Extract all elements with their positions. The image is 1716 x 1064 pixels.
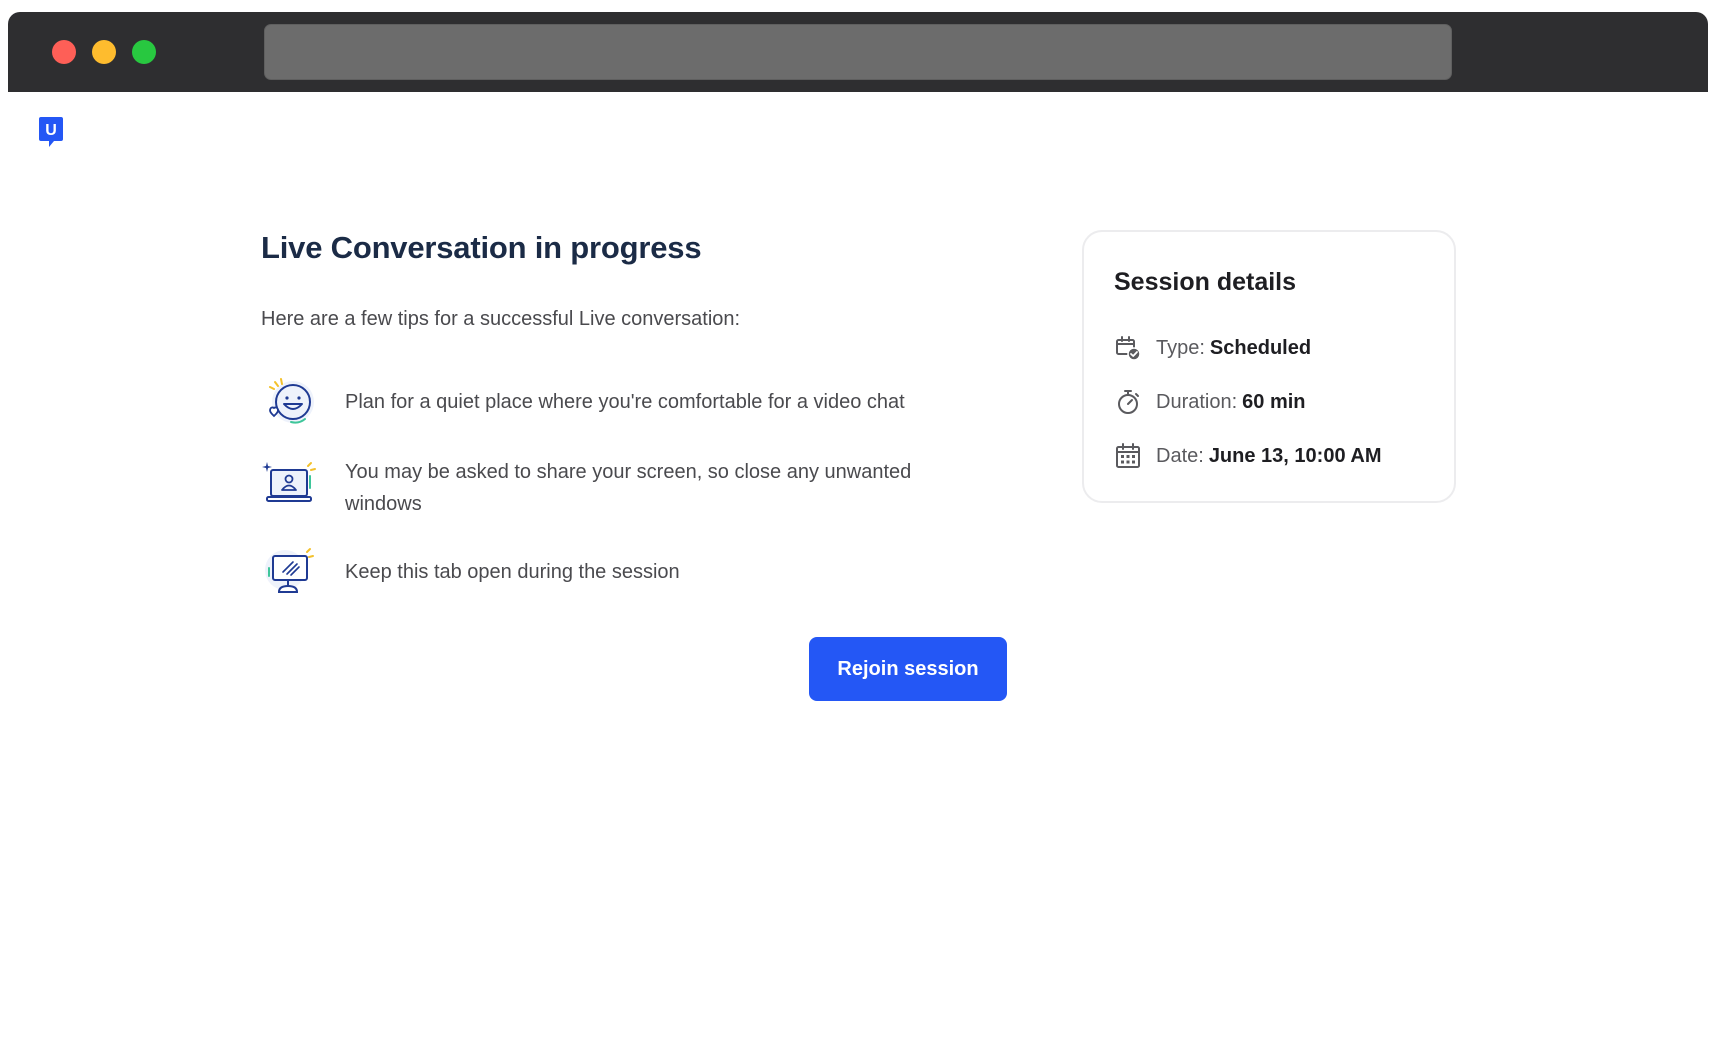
session-duration-value: 60 min	[1242, 390, 1306, 413]
laptop-user-icon	[262, 462, 316, 502]
brand-logo-icon[interactable]: U	[38, 116, 64, 150]
maximize-window-button[interactable]	[132, 40, 156, 64]
tip-text: Plan for a quiet place where you're comf…	[345, 391, 905, 413]
session-date-label: Date:	[1156, 444, 1204, 467]
session-type-value: Scheduled	[1209, 336, 1312, 359]
session-details-card: Session details Type: Scheduled Duration…	[1082, 230, 1456, 503]
calendar-icon	[1116, 443, 1140, 468]
session-details-title: Session details	[1114, 268, 1297, 296]
calendar-check-icon	[1116, 336, 1141, 361]
tip-text: Keep this tab open during the session	[345, 561, 680, 583]
browser-window-bar	[8, 12, 1708, 92]
tip-item-share-screen: You may be asked to share your screen, s…	[261, 456, 945, 520]
session-type-row: Type: Scheduled	[1114, 334, 1311, 362]
tip-text: You may be asked to share your screen, s…	[345, 461, 912, 515]
rejoin-session-button[interactable]: Rejoin session	[809, 637, 1007, 701]
address-bar[interactable]	[264, 24, 1452, 80]
session-type-label: Type:	[1156, 336, 1205, 359]
logo-letter: U	[45, 122, 57, 139]
monitor-icon	[265, 548, 314, 593]
tips-intro: Here are a few tips for a successful Liv…	[261, 308, 741, 330]
session-duration-row: Duration: 60 min	[1114, 388, 1306, 416]
happy-face-icon	[269, 378, 314, 424]
session-date-value: June 13, 10:00 AM	[1208, 444, 1382, 467]
tip-item-keep-tab-open: Keep this tab open during the session	[261, 544, 945, 602]
session-duration-label: Duration:	[1156, 390, 1238, 413]
tip-item-quiet-place: Plan for a quiet place where you're comf…	[261, 374, 945, 432]
close-window-button[interactable]	[52, 40, 76, 64]
session-date-row: Date: June 13, 10:00 AM	[1114, 442, 1381, 470]
stopwatch-icon	[1118, 390, 1139, 414]
minimize-window-button[interactable]	[92, 40, 116, 64]
page-title: Live Conversation in progress	[261, 230, 702, 265]
